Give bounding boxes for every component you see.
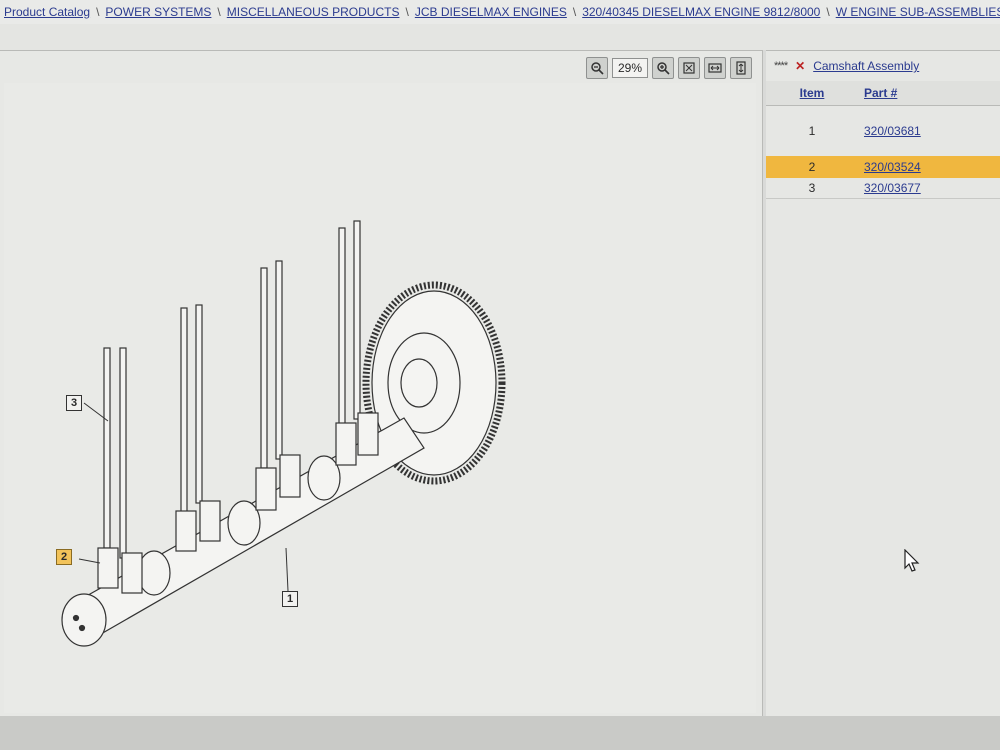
top-strip [0, 24, 1000, 50]
table-row[interactable]: 3 320/03677 [766, 178, 1000, 199]
row-item: 1 [808, 124, 816, 138]
col-part-header[interactable]: Part # [858, 86, 1000, 100]
col-item-header[interactable]: Item [766, 86, 858, 100]
callout-3[interactable]: 3 [66, 395, 82, 411]
breadcrumb-power-systems[interactable]: POWER SYSTEMS [101, 5, 215, 19]
assembly-title[interactable]: Camshaft Assembly [813, 59, 919, 73]
breadcrumb-sub-assemblies[interactable]: W ENGINE SUB-ASSEMBLIES [832, 5, 1000, 19]
breadcrumb-product-catalog[interactable]: Product Catalog [0, 5, 94, 19]
breadcrumb-misc-products[interactable]: MISCELLANEOUS PRODUCTS [223, 5, 404, 19]
parts-panel: **** ✕ Camshaft Assembly Item Part # 1 3… [766, 50, 1000, 717]
table-row-selected[interactable]: 2 320/03524 [766, 156, 1000, 178]
breadcrumb-engine-model[interactable]: 320/40345 DIESELMAX ENGINE 9812/8000 [578, 5, 824, 19]
remove-icon[interactable]: ✕ [795, 59, 805, 73]
row-part-link[interactable]: 320/03677 [858, 181, 1000, 195]
row-part-link[interactable]: 320/03524 [858, 160, 1000, 174]
row-part-link[interactable]: 320/03681 [858, 124, 1000, 138]
bottom-bar [0, 716, 1000, 750]
rating-stars: **** [774, 60, 788, 72]
drawing-panel: 29% 3 2 1 [0, 50, 763, 738]
camshaft-illustration [61, 220, 506, 647]
breadcrumb-separator: \ [217, 5, 221, 19]
assembly-header: **** ✕ Camshaft Assembly [766, 51, 1000, 81]
breadcrumb-separator: \ [96, 5, 100, 19]
breadcrumb: Product Catalog \ POWER SYSTEMS \ MISCEL… [0, 0, 1000, 24]
zoom-level-field[interactable]: 29% [612, 58, 648, 78]
fit-height-icon[interactable] [730, 57, 752, 79]
fit-icon[interactable] [678, 57, 700, 79]
breadcrumb-separator: \ [572, 5, 577, 19]
parts-table-header: Item Part # [766, 81, 1000, 106]
breadcrumb-separator: \ [826, 5, 830, 19]
mouse-cursor-icon [904, 549, 920, 572]
breadcrumb-dieselmax-engines[interactable]: JCB DIESELMAX ENGINES [411, 5, 571, 19]
breadcrumb-separator: \ [405, 5, 409, 19]
row-item: 3 [808, 181, 816, 195]
row-item: 2 [808, 160, 816, 174]
fit-width-icon[interactable] [704, 57, 726, 79]
callout-1[interactable]: 1 [282, 591, 298, 607]
zoom-out-icon[interactable] [586, 57, 608, 79]
zoom-in-icon[interactable] [652, 57, 674, 79]
exploded-drawing[interactable]: 3 2 1 OOXV0011460 [4, 83, 756, 738]
callout-2[interactable]: 2 [56, 549, 72, 565]
table-row[interactable]: 1 320/03681 [766, 106, 1000, 156]
zoom-toolbar: 29% [586, 57, 752, 79]
